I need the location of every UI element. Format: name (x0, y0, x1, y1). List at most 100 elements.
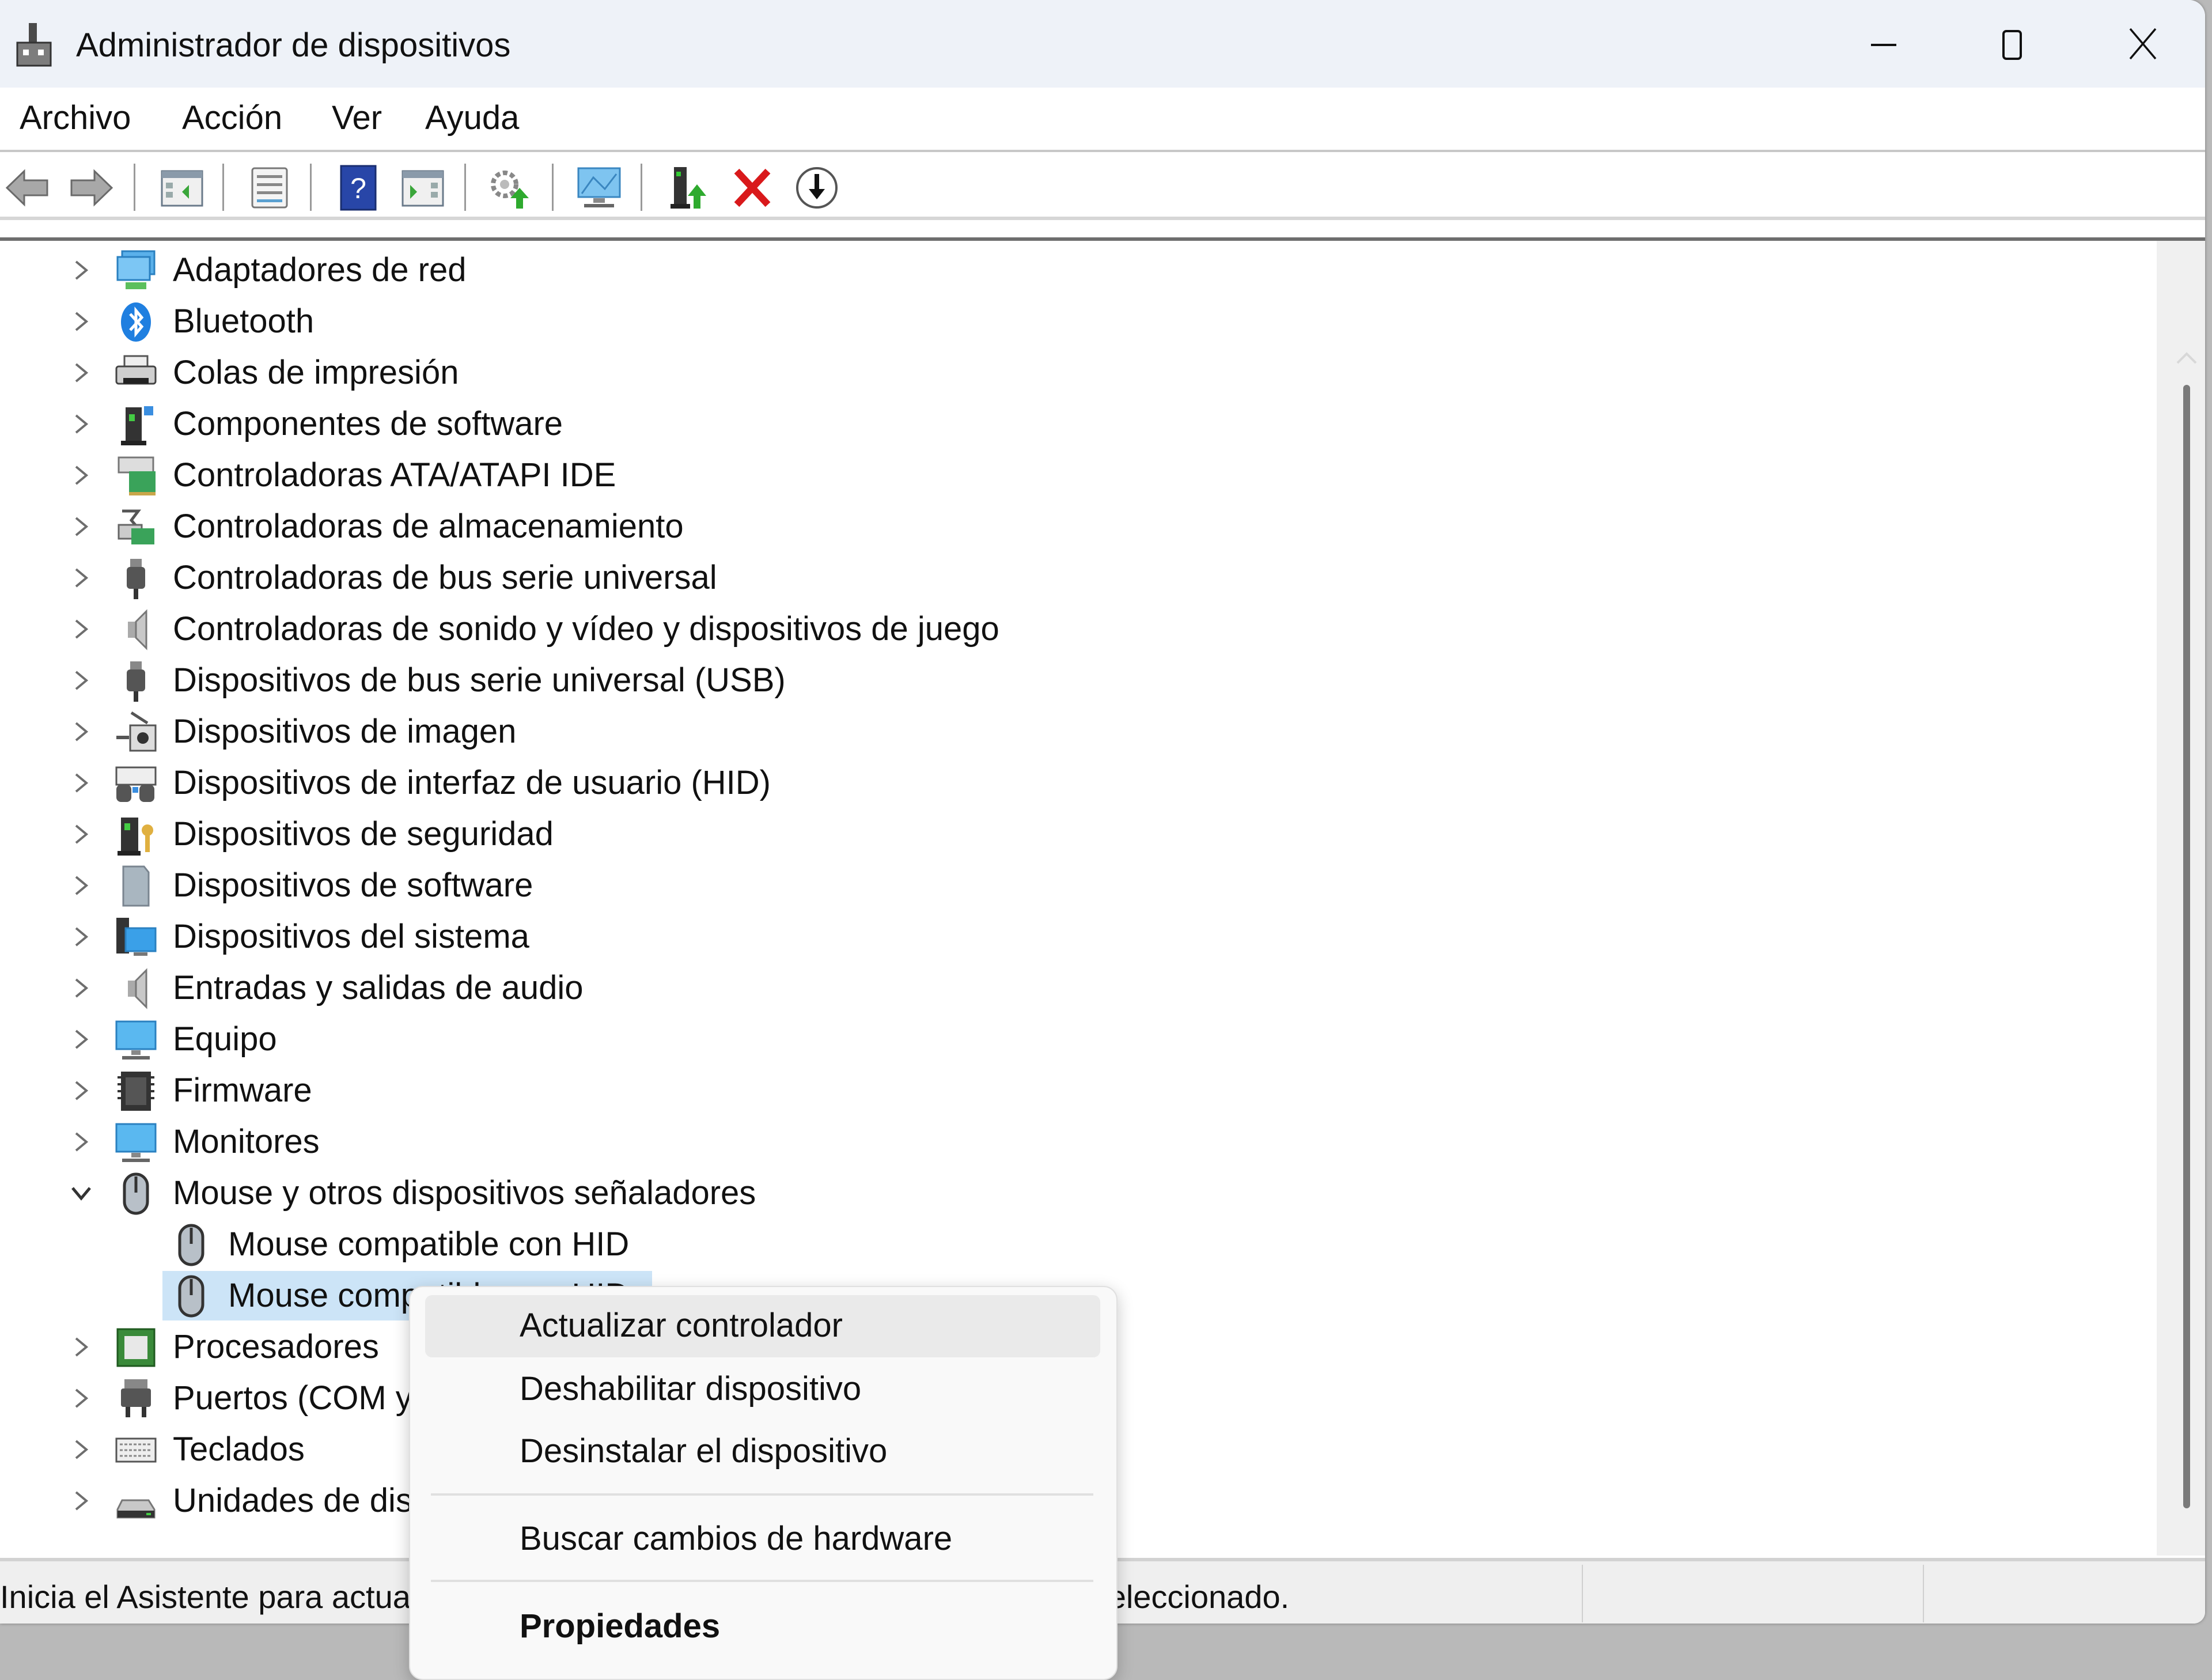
chevron-right-icon[interactable] (68, 1026, 94, 1053)
scrollbar-thumb[interactable] (2183, 385, 2190, 1508)
vertical-scrollbar[interactable] (2157, 241, 2205, 1556)
chevron-right-icon[interactable] (68, 1129, 94, 1155)
speaker-icon (128, 609, 147, 650)
chevron-right-icon[interactable] (68, 1385, 94, 1412)
tree-item[interactable]: Bluetooth (0, 297, 1094, 346)
tree-item[interactable]: Dispositivos del sistema (0, 912, 1094, 962)
chevron-right-icon[interactable] (68, 718, 94, 745)
tree-item-label: Teclados (173, 1431, 305, 1468)
tree-item[interactable]: Dispositivos de software (0, 861, 1094, 910)
menu-bar: Archivo Acción Ver Ayuda (0, 88, 2205, 152)
chevron-right-icon[interactable] (68, 411, 94, 437)
toolbar-separator (641, 164, 642, 211)
chevron-right-icon[interactable] (68, 924, 94, 950)
scroll-up-arrow-icon[interactable] (2176, 350, 2197, 364)
chevron-down-icon[interactable] (68, 1180, 94, 1206)
tree-item-label: Controladoras de bus serie universal (173, 559, 717, 596)
network-adapter-icon (116, 250, 156, 289)
toolbar-separator (310, 164, 312, 211)
status-separator (1582, 1565, 1583, 1622)
tree-item-label: Firmware (173, 1072, 312, 1109)
tree-item-label: Dispositivos de interfaz de usuario (HID… (173, 764, 771, 801)
update-driver-button[interactable] (487, 165, 533, 211)
tree-item[interactable]: Firmware (0, 1066, 1094, 1115)
audio-io-icon (128, 968, 147, 1009)
security-device-icon (118, 818, 153, 856)
chevron-right-icon[interactable] (68, 360, 94, 386)
chevron-right-icon[interactable] (68, 872, 94, 899)
chevron-right-icon[interactable] (68, 462, 94, 489)
tree-item[interactable]: Equipo (0, 1015, 1094, 1064)
menu-item-update-driver[interactable]: Actualizar controlador (425, 1295, 1100, 1357)
tree-item-label: Monitores (173, 1123, 320, 1160)
tree-item[interactable]: Monitores (0, 1117, 1094, 1167)
software-component-icon (121, 406, 153, 445)
chevron-right-icon[interactable] (68, 975, 94, 1001)
processor-icon (116, 1328, 156, 1367)
chevron-right-icon[interactable] (68, 513, 94, 540)
tree-item[interactable]: Mouse y otros dispositivos señaladores (0, 1168, 1094, 1218)
forward-arrow-icon (70, 169, 113, 207)
tree-item[interactable]: Dispositivos de bus serie universal (USB… (0, 656, 1094, 705)
tree-item[interactable]: Dispositivos de imagen (0, 707, 1094, 756)
toolbar-separator (464, 164, 466, 211)
help-button[interactable]: ? (335, 165, 381, 211)
disable-device-button[interactable] (794, 165, 840, 211)
storage-controller-icon (118, 509, 154, 544)
show-hide-console-tree-icon (161, 170, 203, 207)
chevron-right-icon[interactable] (68, 770, 94, 796)
add-legacy-hardware-button[interactable] (666, 165, 712, 211)
maximize-button[interactable] (1978, 17, 2047, 70)
tree-item[interactable]: Dispositivos de interfaz de usuario (HID… (0, 758, 1094, 808)
tree-item[interactable]: Controladoras de almacenamiento (0, 502, 1094, 551)
tree-item[interactable]: Componentes de software (0, 399, 1094, 449)
back-button[interactable] (5, 165, 51, 211)
chevron-right-icon[interactable] (68, 667, 94, 694)
tree-item[interactable]: Colas de impresión (0, 348, 1094, 398)
tree-item-label: Entradas y salidas de audio (173, 969, 584, 1007)
menu-accion[interactable]: Acción (180, 98, 285, 138)
menu-item-scan-hardware[interactable]: Buscar cambios de hardware (425, 1508, 1100, 1571)
chevron-right-icon[interactable] (68, 1077, 94, 1104)
tree-item[interactable]: Controladoras de bus serie universal (0, 553, 1094, 603)
menu-item-disable-device[interactable]: Deshabilitar dispositivo (425, 1359, 1100, 1421)
port-icon (121, 1379, 151, 1417)
scan-hardware-changes-button[interactable] (576, 165, 622, 211)
printer-icon (115, 355, 157, 385)
disk-drive-icon (116, 1499, 156, 1519)
tree-item-label: Controladoras ATA/ATAPI IDE (173, 456, 616, 494)
close-button[interactable] (2108, 17, 2177, 70)
chevron-right-icon[interactable] (68, 565, 94, 591)
menu-item-uninstall-device[interactable]: Desinstalar el dispositivo (425, 1421, 1100, 1483)
tree-item[interactable]: Entradas y salidas de audio (0, 963, 1094, 1013)
tree-item-label: Colas de impresión (173, 354, 459, 391)
update-driver-icon (491, 171, 529, 209)
tree-item[interactable]: Dispositivos de seguridad (0, 809, 1094, 859)
chevron-right-icon[interactable] (68, 308, 94, 335)
tree-item-label: Dispositivos de imagen (173, 713, 517, 750)
menu-archivo[interactable]: Archivo (17, 98, 133, 138)
tree-item[interactable]: Controladoras ATA/ATAPI IDE (0, 451, 1094, 500)
forward-button[interactable] (68, 165, 114, 211)
uninstall-device-icon (734, 168, 771, 207)
menu-ayuda[interactable]: Ayuda (423, 98, 521, 138)
add-legacy-hardware-icon (671, 167, 706, 209)
menu-separator (431, 1580, 1093, 1582)
tree-child-item[interactable]: Mouse compatible con HID (0, 1220, 1094, 1269)
maximize-icon (2002, 30, 2022, 60)
chevron-right-icon[interactable] (68, 616, 94, 642)
tree-item[interactable]: Controladoras de sonido y vídeo y dispos… (0, 604, 1094, 654)
chevron-right-icon[interactable] (68, 257, 94, 283)
chevron-right-icon[interactable] (68, 1334, 94, 1360)
menu-item-properties[interactable]: Propiedades (425, 1596, 1100, 1658)
chevron-right-icon[interactable] (68, 1488, 94, 1514)
properties-button[interactable] (247, 165, 293, 211)
chevron-right-icon[interactable] (68, 1436, 94, 1463)
tree-item[interactable]: Adaptadores de red (0, 245, 1094, 295)
uninstall-device-button[interactable] (729, 165, 775, 211)
show-hide-action-pane-button[interactable] (400, 165, 446, 211)
show-hide-console-tree-button[interactable] (159, 165, 205, 211)
minimize-button[interactable] (1849, 17, 1918, 70)
menu-ver[interactable]: Ver (329, 98, 384, 138)
chevron-right-icon[interactable] (68, 821, 94, 847)
